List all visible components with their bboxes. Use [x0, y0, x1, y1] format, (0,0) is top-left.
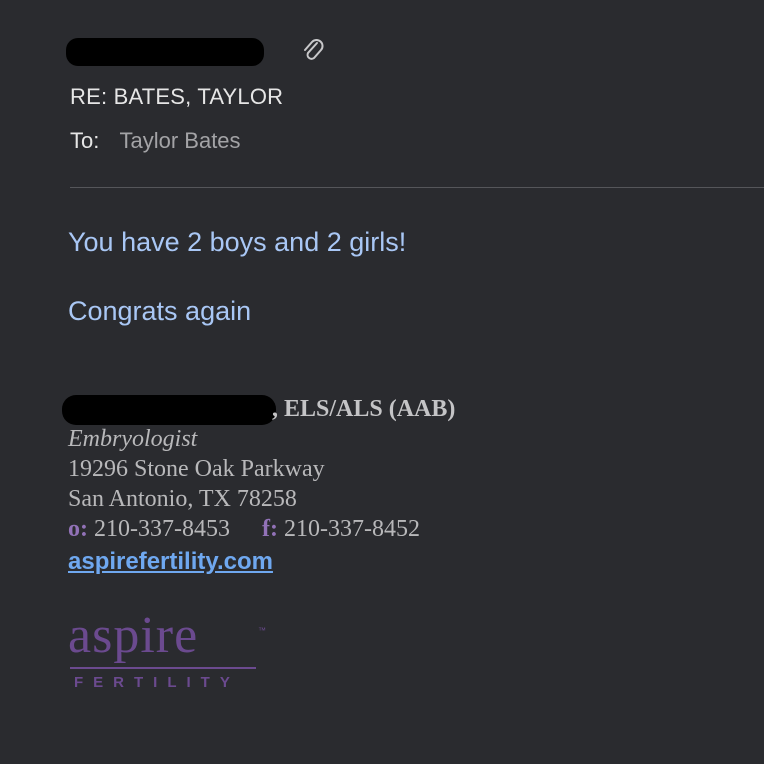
logo-underline [70, 667, 256, 669]
recipient-name[interactable]: Taylor Bates [119, 128, 240, 153]
signature-address-line-1: 19296 Stone Oak Parkway [68, 456, 325, 482]
signature-credentials: , ELS/ALS (AAB) [272, 396, 456, 422]
signature-phones: o: 210-337-8453 f: 210-337-8452 [68, 516, 420, 543]
logo-trademark: ™ [258, 626, 266, 635]
header-divider [70, 187, 764, 188]
fax-phone: 210-337-8452 [283, 516, 420, 542]
message-line-2: Congrats again [68, 296, 252, 326]
website-link[interactable]: aspirefertility.com [68, 548, 273, 576]
signature-address-line-2: San Antonio, TX 78258 [68, 486, 297, 512]
redacted-signature-name [62, 395, 276, 425]
paperclip-icon[interactable] [300, 36, 326, 66]
signature-title: Embryologist [68, 426, 198, 452]
fax-label: f: [261, 516, 278, 542]
redacted-sender [66, 38, 264, 66]
recipient-row: To: Taylor Bates [70, 128, 241, 154]
office-phone-label: o: [68, 516, 88, 542]
aspire-fertility-logo: aspire ™ FERTILITY [68, 606, 268, 696]
email-subject: RE: BATES, TAYLOR [70, 84, 284, 109]
to-label: To: [70, 128, 100, 153]
office-phone[interactable]: 210-337-8453 [94, 516, 230, 542]
message-line-1: You have 2 boys and 2 girls! [68, 227, 407, 257]
logo-wordmark: aspire [68, 607, 199, 664]
logo-subtitle: FERTILITY [74, 674, 240, 691]
